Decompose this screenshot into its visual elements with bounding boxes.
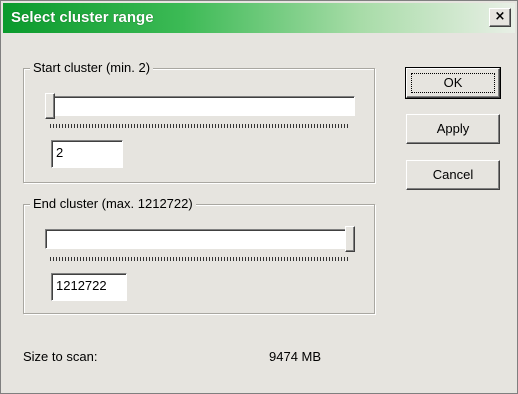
start-cluster-slider-thumb[interactable]: [45, 93, 55, 119]
start-cluster-slider-ticks: [50, 124, 350, 128]
end-cluster-slider-ticks: [50, 257, 350, 261]
start-cluster-input[interactable]: 2: [51, 140, 123, 168]
apply-button[interactable]: Apply: [406, 114, 500, 144]
cancel-button[interactable]: Cancel: [406, 160, 500, 190]
size-to-scan-label: Size to scan:: [23, 349, 98, 364]
close-icon: ×: [494, 9, 506, 24]
dialog-title: Select cluster range: [11, 9, 154, 26]
ok-button[interactable]: OK: [405, 67, 501, 99]
end-cluster-slider-track[interactable]: [45, 229, 355, 249]
title-bar[interactable]: Select cluster range ×: [3, 3, 515, 33]
ok-button-focus-rect: [411, 73, 495, 93]
apply-button-label: Apply: [436, 121, 470, 136]
end-cluster-label: End cluster (max. 1212722): [30, 196, 196, 211]
close-button[interactable]: ×: [489, 8, 511, 27]
end-cluster-slider-thumb[interactable]: [345, 226, 355, 252]
end-cluster-input[interactable]: 1212722: [51, 273, 127, 301]
cancel-button-label: Cancel: [432, 167, 474, 182]
size-to-scan-value: 9474 MB: [269, 349, 322, 364]
start-cluster-label: Start cluster (min. 2): [30, 60, 154, 75]
start-cluster-slider-track[interactable]: [45, 96, 355, 116]
select-cluster-range-dialog: Select cluster range × Start cluster (mi…: [0, 0, 518, 394]
